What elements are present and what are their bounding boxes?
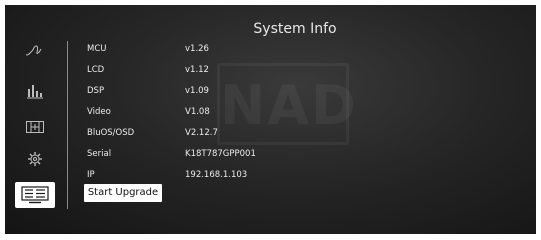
page-title: System Info <box>253 21 337 37</box>
info-row-lcd: LCD v1.12 <box>87 65 327 81</box>
start-upgrade-button[interactable]: Start Upgrade <box>84 184 162 202</box>
info-label: Video <box>87 107 111 117</box>
info-value: K18T787GPP001 <box>185 149 256 159</box>
info-value: V1.08 <box>185 107 210 117</box>
info-value: v1.12 <box>185 65 209 75</box>
sidebar-divider <box>67 41 68 209</box>
info-value: 192.168.1.103 <box>185 170 248 180</box>
info-row-bluos-osd: BluOS/OSD V2.12.7 <box>87 128 327 144</box>
info-label: LCD <box>87 65 105 75</box>
info-row-serial: Serial K18T787GPP001 <box>87 149 327 165</box>
system-info-icon <box>21 186 49 204</box>
info-row-mcu: MCU v1.26 <box>87 44 327 60</box>
info-value: V2.12.7 <box>185 128 218 138</box>
speaker-layout-icon <box>26 121 44 133</box>
sidebar-item-system-info[interactable] <box>15 182 55 208</box>
info-row-video: Video V1.08 <box>87 107 327 123</box>
gear-icon <box>28 152 42 166</box>
info-label: IP <box>87 170 95 180</box>
info-label: BluOS/OSD <box>87 128 135 138</box>
info-label: Serial <box>87 149 112 159</box>
sidebar-item-equalizer[interactable] <box>17 79 53 103</box>
info-value: v1.26 <box>185 44 209 54</box>
wave-icon <box>25 45 42 56</box>
sidebar <box>5 5 65 234</box>
sidebar-item-speaker-layout[interactable] <box>17 115 53 139</box>
info-value: v1.09 <box>185 86 209 96</box>
info-label: DSP <box>87 86 105 96</box>
equalizer-icon <box>27 85 43 99</box>
info-label: MCU <box>87 44 107 54</box>
info-row-dsp: DSP v1.09 <box>87 86 327 102</box>
sidebar-item-settings[interactable] <box>17 147 53 171</box>
system-info-screen: NAD System Info MCU v1.26 LCD v1.12 DSP … <box>5 5 536 234</box>
sidebar-item-wave[interactable] <box>17 39 53 63</box>
